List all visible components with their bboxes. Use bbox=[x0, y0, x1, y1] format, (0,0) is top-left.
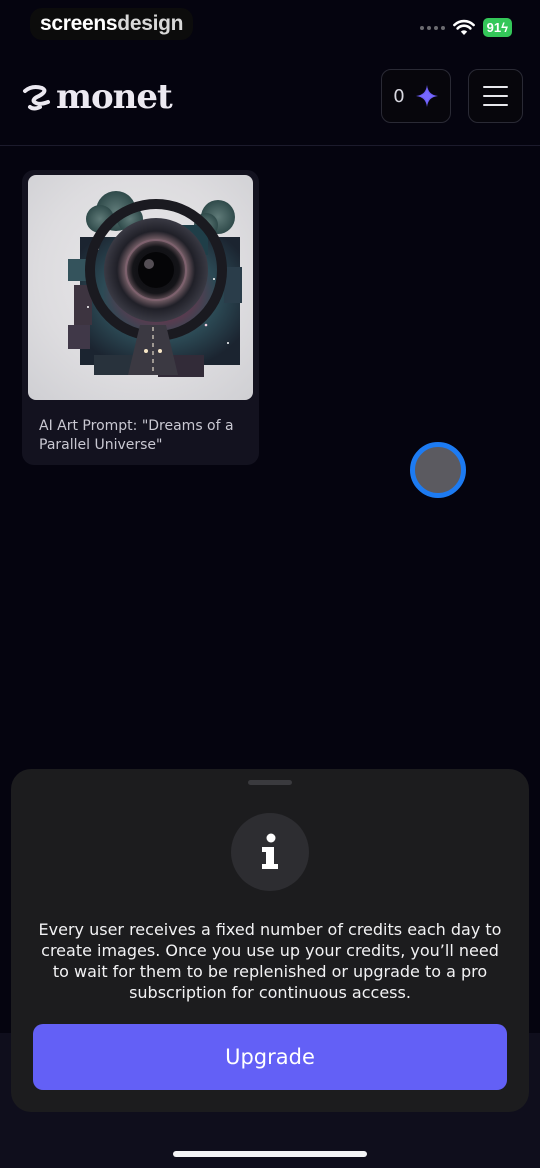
gallery-card[interactable]: AI Art Prompt: "Dreams of a Parallel Uni… bbox=[22, 170, 259, 465]
touch-indicator bbox=[410, 442, 466, 498]
status-indicators: 91ϟ bbox=[419, 18, 512, 37]
sheet-grabber[interactable] bbox=[248, 780, 292, 785]
info-icon-container bbox=[231, 813, 309, 891]
battery-indicator: 91ϟ bbox=[482, 18, 512, 37]
info-icon bbox=[262, 833, 278, 869]
menu-line bbox=[483, 104, 508, 106]
credits-info-sheet: Every user receives a fixed number of cr… bbox=[11, 769, 529, 1112]
watermark-part2: design bbox=[117, 12, 184, 35]
credits-count: 0 bbox=[393, 85, 405, 107]
artwork-caption: AI Art Prompt: "Dreams of a Parallel Uni… bbox=[39, 418, 234, 453]
wifi-icon bbox=[452, 19, 475, 35]
credits-button[interactable]: 0 bbox=[381, 69, 451, 123]
diamond-sparkle-icon bbox=[415, 85, 438, 107]
logo-text: monet bbox=[56, 77, 173, 117]
battery-level: 91 bbox=[486, 20, 502, 35]
app-screen: screens design 91ϟ monet 0 AI Art Prompt… bbox=[0, 0, 540, 1168]
artwork-image[interactable] bbox=[28, 175, 253, 400]
hamburger-menu-icon bbox=[483, 86, 508, 88]
watermark-part1: screens bbox=[40, 12, 118, 35]
monet-logo[interactable]: monet bbox=[22, 77, 173, 117]
menu-line bbox=[483, 95, 508, 97]
charging-bolt-icon: ϟ bbox=[501, 20, 508, 35]
menu-button[interactable] bbox=[468, 69, 523, 123]
monet-swirl-icon bbox=[23, 85, 50, 111]
artwork-illustration bbox=[68, 191, 242, 377]
credits-info-message: Every user receives a fixed number of cr… bbox=[38, 920, 502, 1002]
upgrade-button[interactable]: Upgrade bbox=[33, 1024, 507, 1090]
screensdesign-watermark: screens design bbox=[30, 8, 194, 40]
cellular-signal-icon bbox=[419, 25, 445, 30]
home-indicator[interactable] bbox=[173, 1151, 367, 1157]
app-header: monet 0 bbox=[0, 62, 540, 146]
